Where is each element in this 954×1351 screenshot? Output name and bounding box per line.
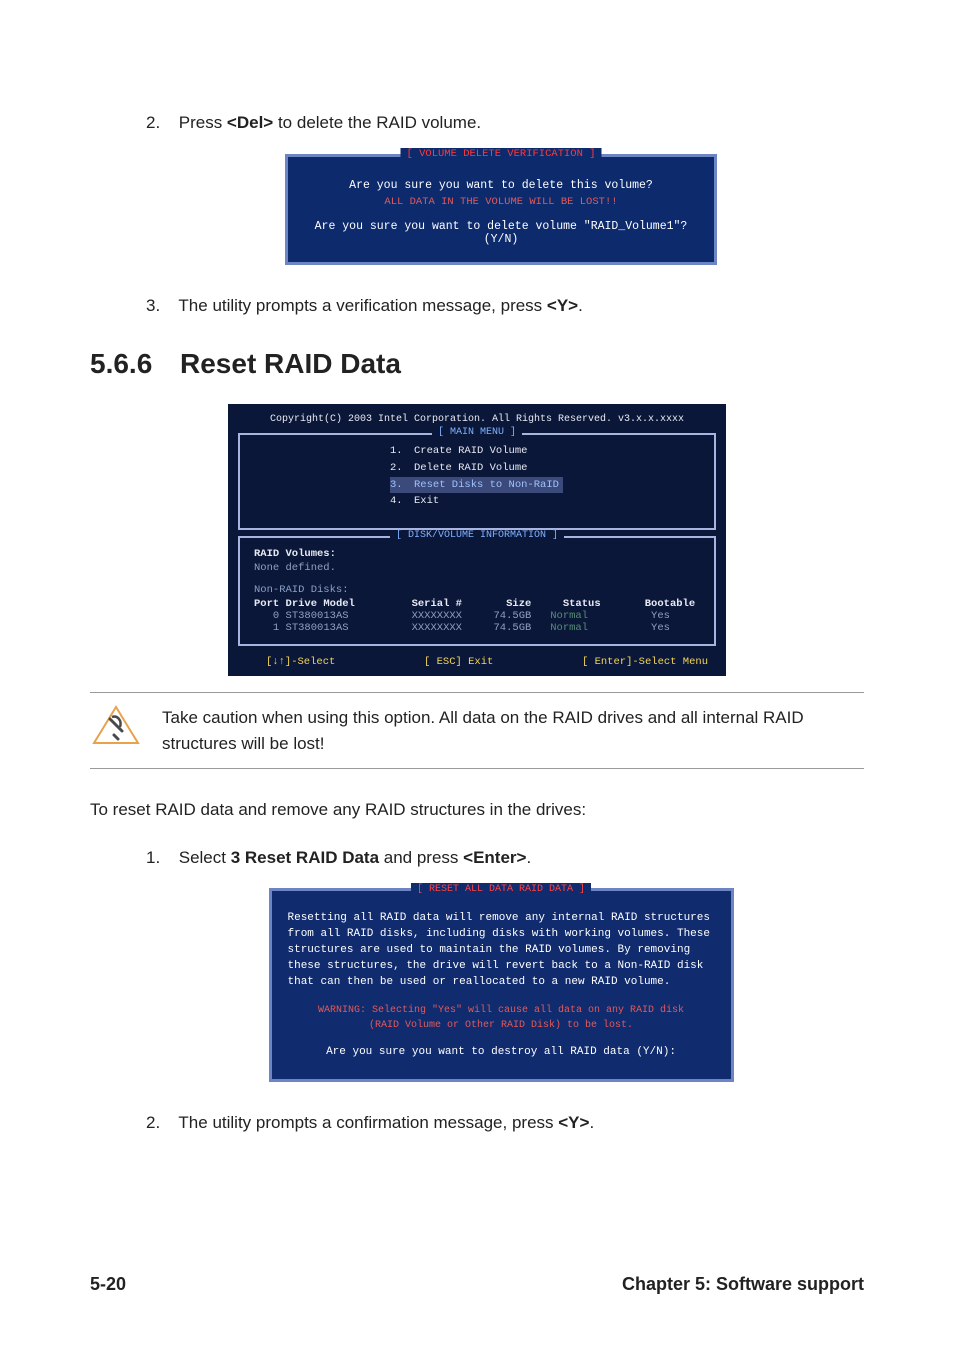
menu-item-delete[interactable]: 2.Delete RAID Volume bbox=[390, 460, 704, 477]
text: Press bbox=[179, 113, 227, 132]
text: to delete the RAID volume. bbox=[273, 113, 481, 132]
menu-item-exit[interactable]: 4.Exit bbox=[390, 493, 704, 510]
bold-text: 3 Reset RAID Data bbox=[231, 848, 379, 867]
note-text: Take caution when using this option. All… bbox=[162, 705, 864, 756]
step-num: 1. bbox=[146, 845, 174, 871]
footer-select: [↓↑]-Select bbox=[266, 656, 335, 668]
step-3-press-y: 3. The utility prompts a verification me… bbox=[146, 293, 864, 319]
key-enter: <Enter> bbox=[463, 848, 526, 867]
dialog-paragraph: Resetting all RAID data will remove any … bbox=[288, 911, 715, 991]
dialog-title: [ RESET ALL DATA RAID DATA ] bbox=[411, 883, 591, 898]
volume-delete-dialog: [ VOLUME DELETE VERIFICATION ] Are you s… bbox=[285, 154, 717, 265]
dialog-confirm: Are you sure you want to destroy all RAI… bbox=[288, 1045, 715, 1061]
utility-footer: [↓↑]-Select [ ESC] Exit [ Enter]-Select … bbox=[228, 652, 726, 676]
table-row: 0 ST380013AS XXXXXXXX 74.5GB Normal Yes bbox=[254, 610, 702, 622]
menu-item-reset[interactable]: 3.Reset Disks to Non-RaID bbox=[390, 477, 563, 494]
text: Select bbox=[179, 848, 231, 867]
text: The utility prompts a confirmation messa… bbox=[178, 1113, 558, 1132]
menu-item-create[interactable]: 1.Create RAID Volume bbox=[390, 443, 704, 460]
main-menu-title: [ MAIN MENU ] bbox=[432, 427, 522, 438]
intro-text: To reset RAID data and remove any RAID s… bbox=[90, 797, 864, 823]
dialog-warn: ALL DATA IN THE VOLUME WILL BE LOST!! bbox=[298, 196, 704, 208]
text: The utility prompts a verification messa… bbox=[178, 296, 546, 315]
step-2-press-del: 2. Press <Del> to delete the RAID volume… bbox=[146, 110, 864, 136]
dialog-warning: WARNING: Selecting "Yes" will cause all … bbox=[288, 1003, 715, 1033]
warning-icon bbox=[92, 705, 140, 745]
step-num: 2. bbox=[146, 110, 174, 136]
step-1-select-reset: 1. Select 3 Reset RAID Data and press <E… bbox=[146, 845, 864, 871]
dialog-line: Are you sure you want to delete this vol… bbox=[298, 179, 704, 192]
page-number: 5-20 bbox=[90, 1274, 126, 1295]
raid-utility-screen: Copyright(C) 2003 Intel Corporation. All… bbox=[228, 404, 726, 676]
heading-title: Reset RAID Data bbox=[180, 348, 401, 379]
key-y: <Y> bbox=[558, 1113, 589, 1132]
key-del: <Del> bbox=[227, 113, 273, 132]
step-num: 3. bbox=[146, 293, 174, 319]
heading-number: 5.6.6 bbox=[90, 348, 180, 380]
key-y: <Y> bbox=[547, 296, 578, 315]
caution-note: Take caution when using this option. All… bbox=[90, 692, 864, 769]
reset-raid-dialog: [ RESET ALL DATA RAID DATA ] Resetting a… bbox=[269, 888, 734, 1082]
info-title: [ DISK/VOLUME INFORMATION ] bbox=[390, 530, 564, 541]
dialog-title: [ VOLUME DELETE VERIFICATION ] bbox=[400, 148, 601, 160]
table-row: 1 ST380013AS XXXXXXXX 74.5GB Normal Yes bbox=[254, 622, 702, 634]
text: . bbox=[578, 296, 583, 315]
dialog-prompt: Are you sure you want to delete volume "… bbox=[298, 220, 704, 246]
text: . bbox=[526, 848, 531, 867]
chapter-label: Chapter 5: Software support bbox=[622, 1274, 864, 1295]
non-raid-label: Non-RAID Disks: bbox=[254, 584, 702, 596]
section-heading: 5.6.6Reset RAID Data bbox=[90, 348, 864, 380]
table-header: Port Drive Model Serial # Size Status Bo… bbox=[254, 598, 702, 610]
text: . bbox=[589, 1113, 594, 1132]
disk-volume-info-box: [ DISK/VOLUME INFORMATION ] RAID Volumes… bbox=[238, 536, 716, 646]
raid-volumes-label: RAID Volumes: bbox=[254, 548, 702, 560]
footer-enter: [ Enter]-Select Menu bbox=[582, 656, 708, 668]
main-menu-box: [ MAIN MENU ] 1.Create RAID Volume 2.Del… bbox=[238, 433, 716, 530]
text: and press bbox=[379, 848, 463, 867]
none-defined: None defined. bbox=[254, 562, 702, 574]
step-2-press-y-confirm: 2. The utility prompts a confirmation me… bbox=[146, 1110, 864, 1136]
footer-esc: [ ESC] Exit bbox=[424, 656, 493, 668]
step-num: 2. bbox=[146, 1110, 174, 1136]
page-footer: 5-20 Chapter 5: Software support bbox=[90, 1274, 864, 1295]
